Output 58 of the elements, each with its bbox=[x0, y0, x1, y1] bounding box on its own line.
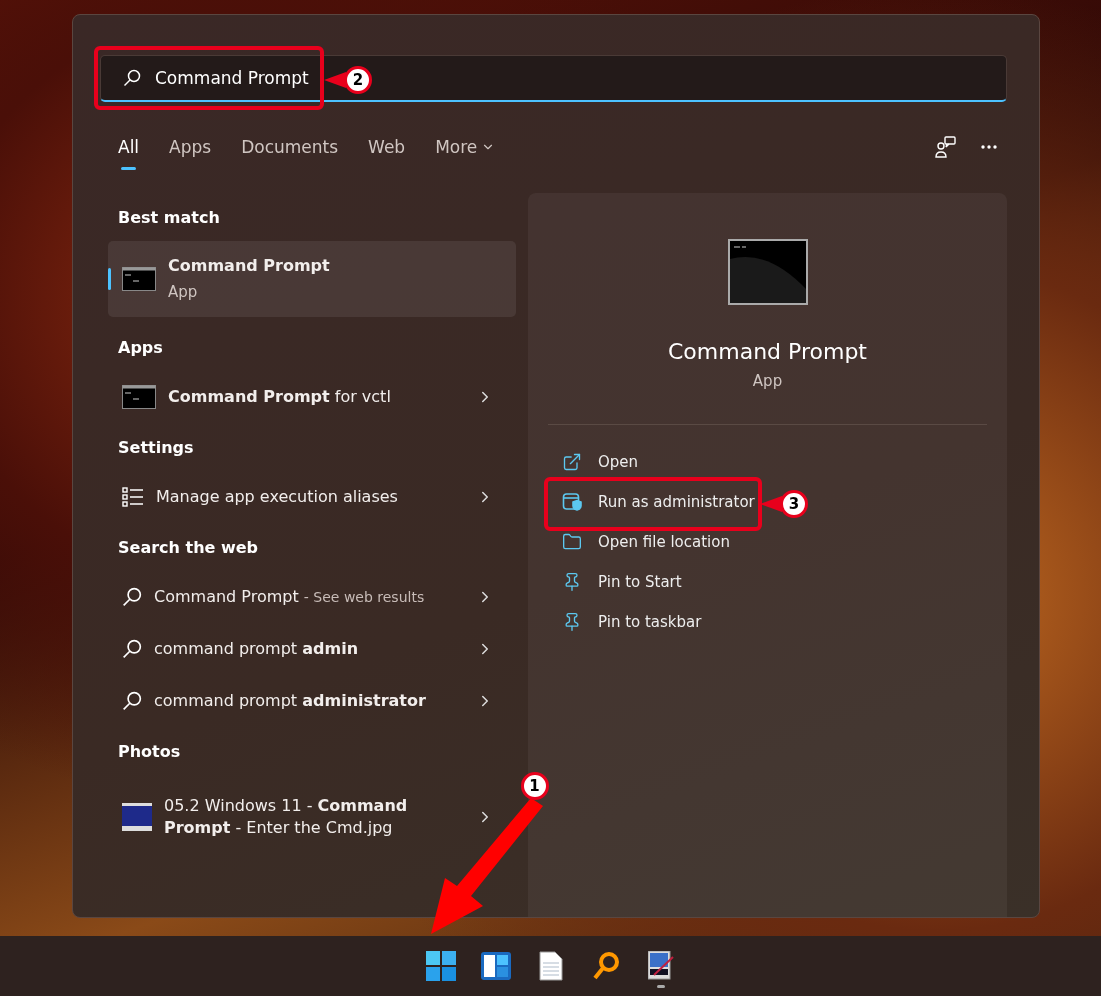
selection-indicator bbox=[108, 268, 111, 290]
widgets-icon bbox=[480, 952, 511, 980]
best-match-result[interactable]: Command Prompt App bbox=[108, 241, 516, 317]
search-result[interactable]: 05.2 Windows 11 - Command Prompt - Enter the Cmd.jpg bbox=[108, 781, 516, 853]
tab[interactable]: Apps bbox=[169, 124, 212, 170]
action-item[interactable]: Run as administrator bbox=[548, 482, 755, 522]
result-subtitle: App bbox=[168, 281, 199, 303]
more-icon bbox=[981, 145, 997, 149]
text-document-icon bbox=[538, 951, 563, 981]
search-result[interactable]: Manage app execution aliases bbox=[108, 471, 516, 523]
shield-window-icon bbox=[562, 492, 582, 512]
search-result[interactable]: command prompt administrator bbox=[108, 675, 516, 727]
magnifier-icon bbox=[591, 951, 620, 981]
action-item[interactable]: Pin to taskbar bbox=[548, 602, 702, 642]
result-title: Command Prompt for vctl bbox=[168, 386, 391, 406]
section-heading: Settings bbox=[117, 437, 195, 459]
terminal-window-icon bbox=[727, 239, 808, 305]
list-icon bbox=[122, 487, 144, 507]
callout-pointer bbox=[760, 496, 782, 512]
search-result[interactable]: Command Prompt - See web results bbox=[108, 571, 516, 623]
action-item[interactable]: Open file location bbox=[548, 522, 730, 562]
terminal-icon bbox=[122, 267, 156, 291]
search-icon bbox=[122, 691, 142, 711]
folder-icon bbox=[562, 532, 582, 552]
section-heading: Photos bbox=[117, 741, 182, 763]
section-heading: Search the web bbox=[117, 537, 260, 559]
action-item[interactable]: Pin to Start bbox=[548, 562, 682, 602]
search-result[interactable]: command prompt admin bbox=[108, 623, 516, 675]
action-item[interactable]: Open bbox=[548, 442, 639, 482]
tab[interactable]: Documents bbox=[241, 124, 339, 170]
result-note: - See web results bbox=[303, 588, 425, 605]
preview-title: Command Prompt bbox=[668, 339, 867, 364]
result-title: Command Prompt bbox=[154, 586, 299, 606]
section-heading: Best match bbox=[117, 207, 221, 229]
search-icon bbox=[122, 587, 142, 607]
callout-number: 3 bbox=[780, 490, 808, 518]
external-link-icon bbox=[562, 452, 582, 472]
result-title: Command Prompt bbox=[168, 255, 331, 278]
person-chat-button[interactable] bbox=[935, 136, 957, 158]
more-options-button[interactable] bbox=[981, 145, 997, 149]
search-icon bbox=[122, 639, 142, 659]
result-title: command prompt administrator bbox=[154, 690, 426, 710]
image-thumbnail bbox=[122, 803, 152, 831]
result-title: 05.2 Windows 11 - Command Prompt - Enter the Cmd.jpg bbox=[164, 795, 408, 837]
preview-subtitle: App bbox=[752, 372, 783, 390]
person-chat-icon bbox=[935, 136, 957, 158]
search-result[interactable]: Command Prompt for vctl bbox=[108, 371, 516, 423]
tab[interactable]: Web bbox=[368, 124, 406, 170]
tab[interactable]: All bbox=[118, 124, 140, 170]
terminal-icon bbox=[122, 385, 156, 409]
callout-pointer bbox=[324, 72, 346, 88]
more-dropdown[interactable]: More bbox=[435, 124, 496, 170]
image-editor-icon bbox=[647, 951, 674, 981]
result-title: Manage app execution aliases bbox=[156, 486, 398, 506]
result-title: command prompt admin bbox=[154, 638, 358, 658]
windows-logo-icon bbox=[425, 951, 456, 981]
section-heading: Apps bbox=[117, 337, 164, 359]
search-icon bbox=[123, 69, 141, 87]
